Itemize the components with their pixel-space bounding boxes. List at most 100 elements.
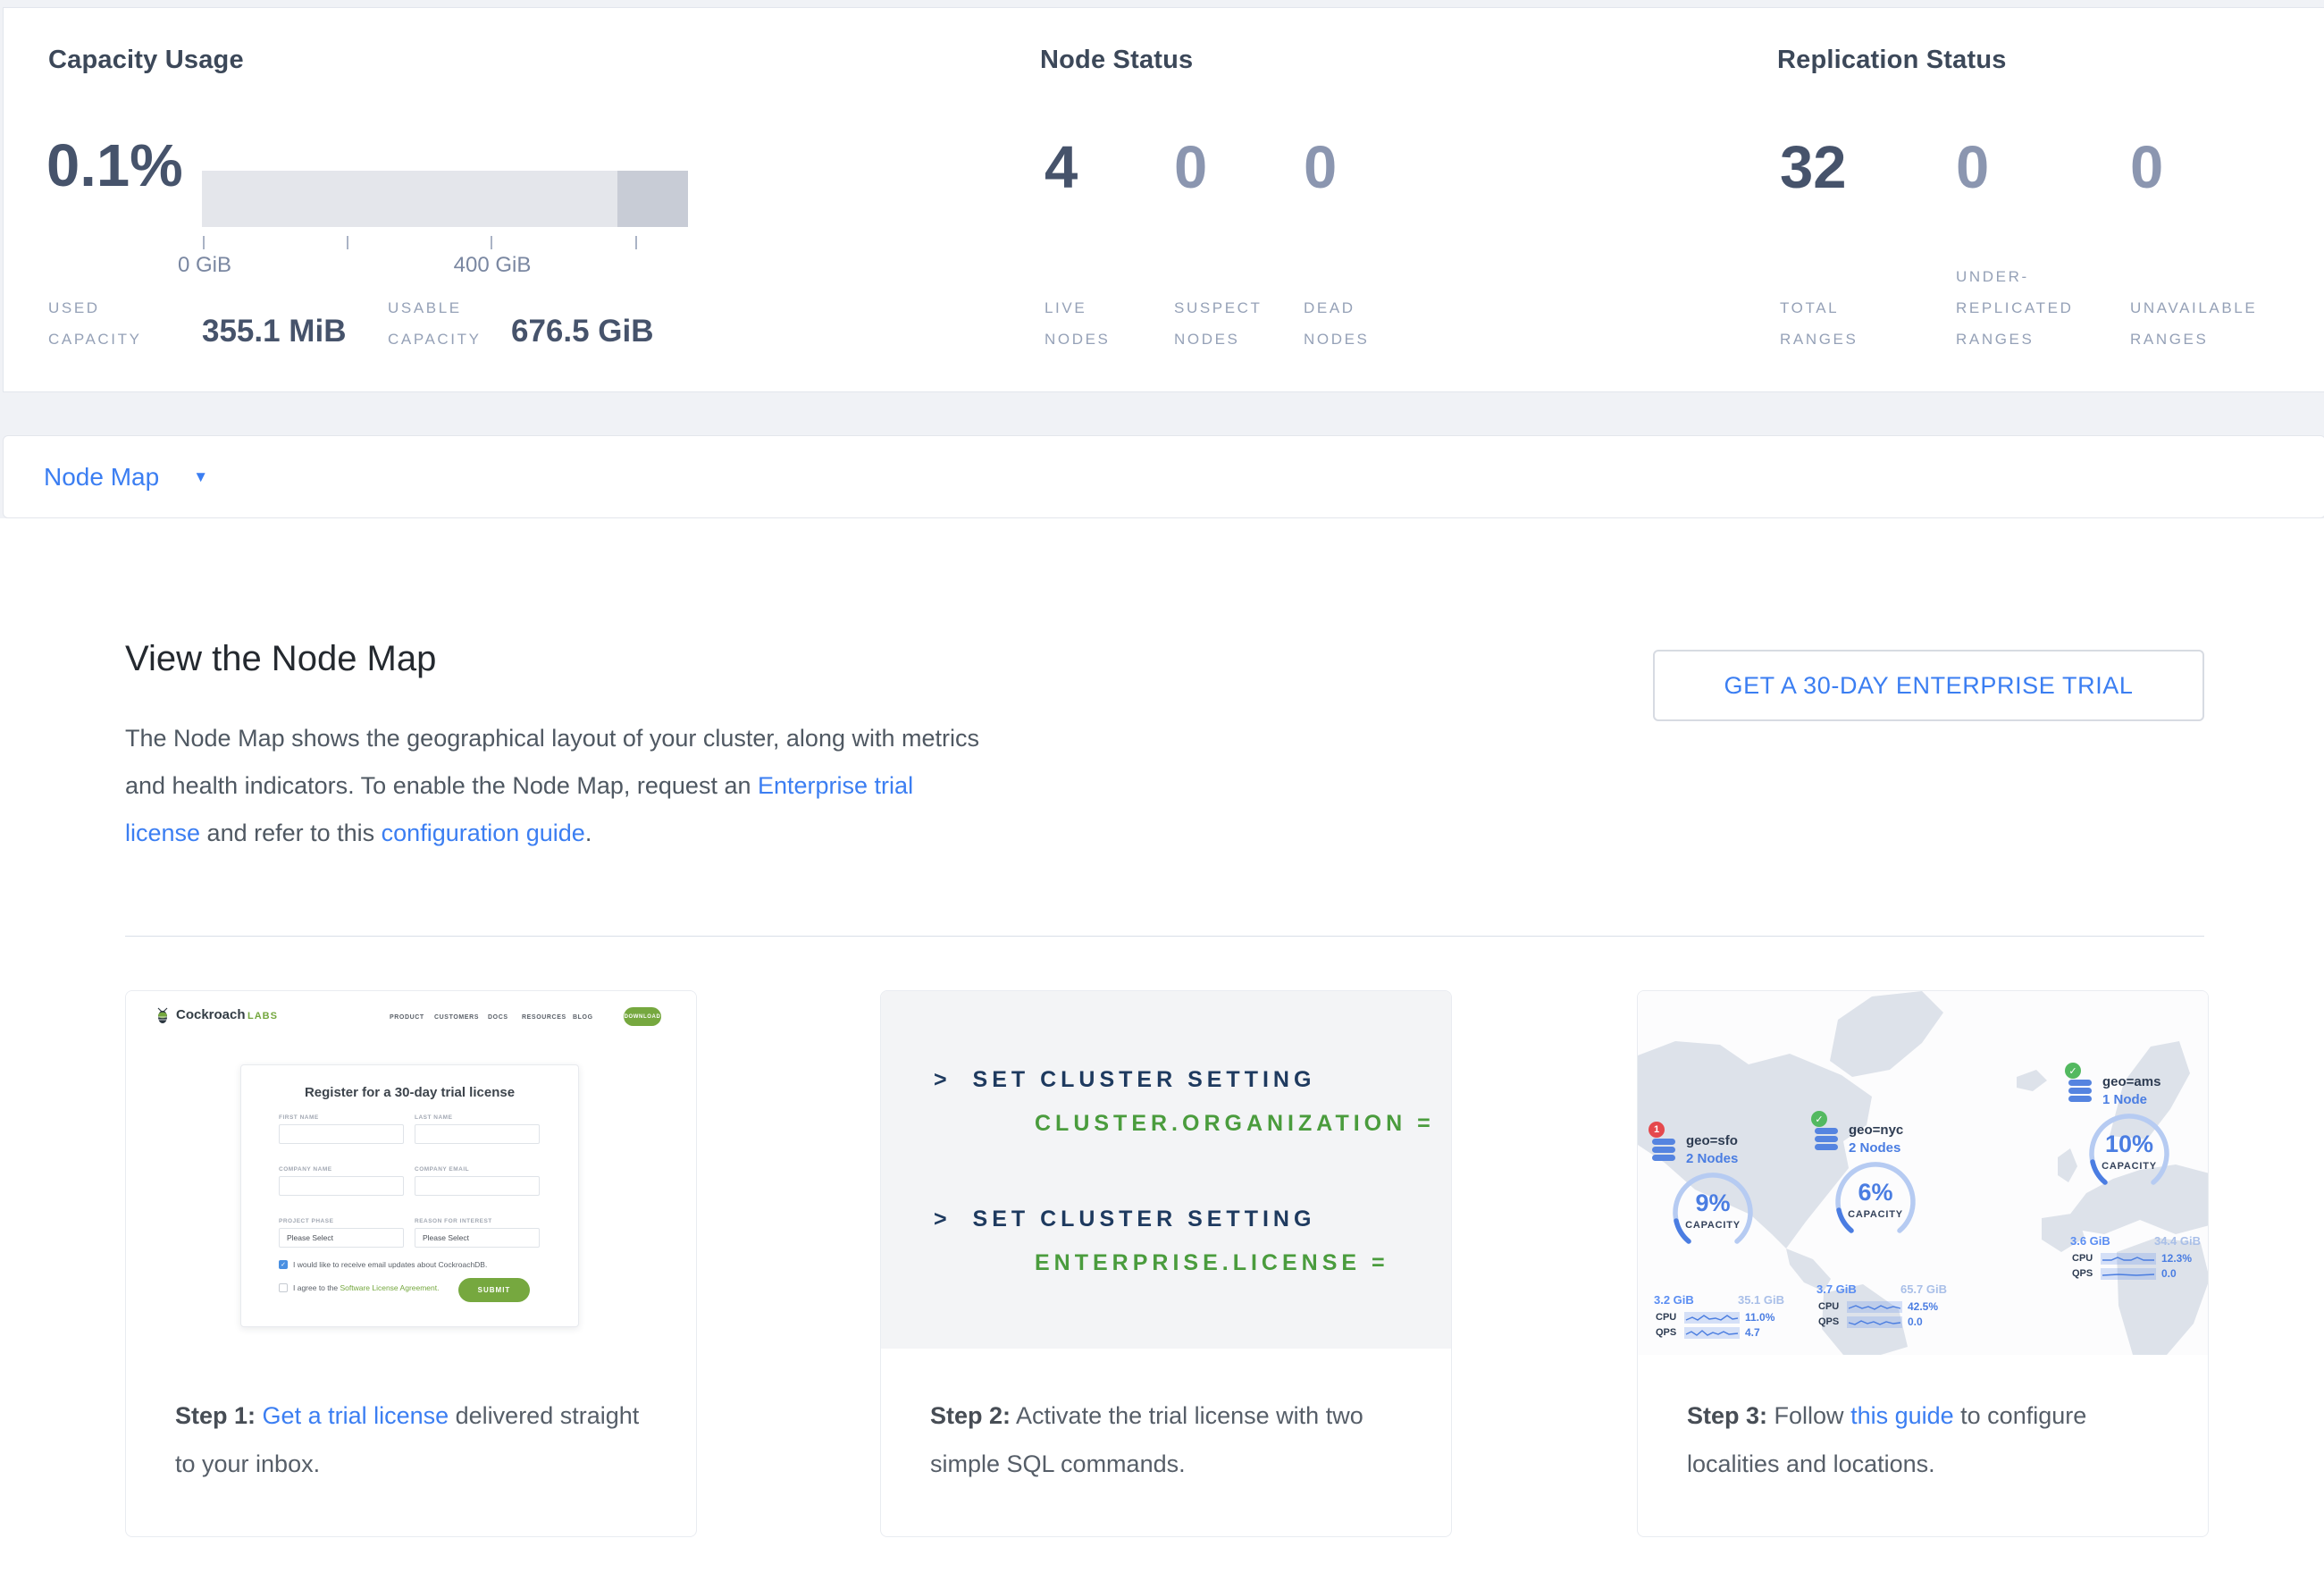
node-map-thumbnail: 1 geo=sfo 2 Nodes 9% CAPACITY 3.2 GiB35.… [1638, 991, 2209, 1355]
node-status-title: Node Status [1040, 46, 1193, 75]
step2-card: > SET CLUSTER SETTING CLUSTER.ORGANIZATI… [880, 990, 1452, 1537]
sql-line-2: > SET CLUSTER SETTING [934, 1206, 1315, 1232]
reason-for-interest-label: REASON FOR INTEREST [415, 1218, 492, 1224]
capacity-tick [635, 236, 637, 249]
page-title: View the Node Map [125, 639, 436, 679]
used-value: 3.2 GiB [1654, 1293, 1694, 1307]
cluster-summary-panel: Capacity Usage 0.1% 0 GiB 400 GiB USED C… [3, 7, 2324, 392]
cpu-value: 42.5% [1908, 1300, 1938, 1313]
mini-nav-docs: DOCS [488, 1014, 508, 1021]
under-replicated-ranges-value: 0 [1956, 133, 1989, 202]
cpu-value: 11.0% [1745, 1311, 1774, 1324]
reason-for-interest-select: Please Select [415, 1228, 540, 1248]
intro-text-3: . [585, 820, 592, 846]
chevron-down-icon[interactable]: ▼ [193, 468, 208, 486]
locality-node-count: 2 Nodes [1849, 1140, 1900, 1156]
get-trial-license-link[interactable]: Get a trial license [263, 1402, 449, 1429]
suspect-nodes-value: 0 [1174, 133, 1207, 202]
total-value: 35.1 GiB [1738, 1293, 1784, 1307]
capacity-percent: 0.1% [46, 131, 183, 200]
locality-name: geo=nyc [1849, 1122, 1903, 1138]
live-nodes-value: 4 [1045, 133, 1078, 202]
qps-row: QPS 4.7 [1656, 1326, 1788, 1339]
capacity-tick-label-0: 0 GiB [178, 253, 231, 278]
checkbox-checked-icon: ✓ [279, 1260, 288, 1269]
sql-arg-1: CLUSTER.ORGANIZATION = [1035, 1111, 1435, 1137]
used-value: 3.7 GiB [1816, 1282, 1857, 1296]
capacity-usage-title: Capacity Usage [48, 46, 244, 75]
step2-caption: Step 2: Activate the trial license with … [930, 1391, 1404, 1488]
usable-capacity-label: USABLE CAPACITY [388, 249, 482, 355]
email-updates-checkbox-row: ✓ I would like to receive email updates … [279, 1260, 487, 1269]
capacity-bar-reserved-segment [617, 171, 688, 227]
qps-value: 0.0 [1908, 1316, 1923, 1328]
mini-nav-resources: RESOURCES [522, 1014, 566, 1021]
qps-sparkline [1684, 1327, 1740, 1339]
cpu-row: CPU 12.3% [2072, 1252, 2204, 1265]
qps-sparkline [1847, 1316, 1902, 1328]
project-phase-label: PROJECT PHASE [279, 1218, 333, 1224]
capacity-gauge: 10% CAPACITY 3.6 GiB34.4 GiB [2070, 1109, 2188, 1191]
qps-row: QPS 0.0 [1818, 1316, 1951, 1328]
company-email-label: COMPANY EMAIL [415, 1166, 469, 1173]
cpu-row: CPU 11.0% [1656, 1311, 1788, 1324]
under-replicated-ranges-label: UNDER- REPLICATED RANGES [1956, 249, 2074, 355]
step3-card: 1 geo=sfo 2 Nodes 9% CAPACITY 3.2 GiB35.… [1637, 990, 2209, 1537]
locality-name: geo=sfo [1686, 1133, 1738, 1148]
software-license-agreement-link: Software License Agreement. [340, 1283, 439, 1292]
qps-row: QPS 0.0 [2072, 1267, 2204, 1280]
trial-license-form: Register for a 30-day trial license FIRS… [240, 1064, 579, 1327]
registration-site-thumbnail: Cockroach LABS PRODUCT CUSTOMERS DOCS RE… [126, 991, 697, 1391]
capacity-percent-value: 9% [1654, 1190, 1772, 1217]
capacity-tick [491, 236, 492, 249]
intro-text-2: and refer to this [200, 820, 382, 846]
mini-submit-button: SUBMIT [458, 1278, 530, 1302]
company-name-label: COMPANY NAME [279, 1166, 332, 1173]
mini-form-title: Register for a 30-day trial license [241, 1085, 578, 1100]
qps-sparkline [2101, 1268, 2156, 1280]
total-ranges-label: TOTAL RANGES [1780, 249, 1858, 355]
database-icon [1650, 1135, 1677, 1162]
cpu-sparkline [1684, 1312, 1740, 1324]
project-phase-select: Please Select [279, 1228, 404, 1248]
first-name-label: FIRST NAME [279, 1114, 319, 1121]
locality-node-count: 1 Node [2102, 1092, 2147, 1107]
locality-name: geo=ams [2102, 1074, 2160, 1089]
capacity-label: CAPACITY [2070, 1161, 2188, 1172]
step3-caption: Step 3: Follow this guide to configure l… [1687, 1391, 2160, 1488]
suspect-nodes-label: SUSPECT NODES [1174, 249, 1263, 355]
capacity-gauge: 6% CAPACITY 3.7 GiB65.7 GiB [1816, 1157, 1934, 1240]
mini-brand-text: Cockroach [176, 1007, 246, 1022]
live-nodes-label: LIVE NODES [1045, 249, 1110, 355]
total-value: 34.4 GiB [2154, 1234, 2201, 1248]
used-capacity-label: USED CAPACITY [48, 249, 142, 355]
last-name-label: LAST NAME [415, 1114, 452, 1121]
configuration-guide-link[interactable]: configuration guide [382, 820, 585, 846]
mini-nav-product: PRODUCT [390, 1014, 424, 1021]
mini-nav-blog: BLOG [573, 1014, 593, 1021]
mini-site-header: Cockroach LABS PRODUCT CUSTOMERS DOCS RE… [126, 1004, 697, 1039]
cpu-value: 12.3% [2161, 1252, 2192, 1265]
intro-paragraph: The Node Map shows the geographical layo… [125, 715, 987, 857]
this-guide-link[interactable]: this guide [1850, 1402, 1954, 1429]
capacity-gauge: 9% CAPACITY 3.2 GiB35.1 GiB [1654, 1168, 1772, 1250]
unavailable-ranges-value: 0 [2130, 133, 2163, 202]
dead-nodes-label: DEAD NODES [1304, 249, 1369, 355]
capacity-tick [347, 236, 348, 249]
used-capacity-value: 355.1 MiB [202, 314, 346, 349]
license-agreement-text: I agree to the Software License Agreemen… [293, 1283, 440, 1292]
capacity-label: CAPACITY [1816, 1209, 1934, 1220]
node-map-dropdown[interactable]: Node Map [44, 463, 159, 492]
capacity-percent-value: 10% [2070, 1131, 2188, 1158]
capacity-bar [202, 171, 688, 227]
database-icon [1813, 1124, 1840, 1151]
replication-status-title: Replication Status [1777, 46, 2007, 75]
cockroach-logo-icon [155, 1006, 171, 1026]
qps-value: 4.7 [1745, 1326, 1760, 1339]
step1-caption: Step 1: Get a trial license delivered st… [175, 1391, 649, 1488]
get-enterprise-trial-button[interactable]: GET A 30-DAY ENTERPRISE TRIAL [1653, 650, 2204, 721]
mini-nav-customers: CUSTOMERS [434, 1014, 479, 1021]
database-icon [2067, 1076, 2093, 1103]
email-updates-text: I would like to receive email updates ab… [293, 1260, 487, 1269]
company-name-field [279, 1176, 404, 1196]
